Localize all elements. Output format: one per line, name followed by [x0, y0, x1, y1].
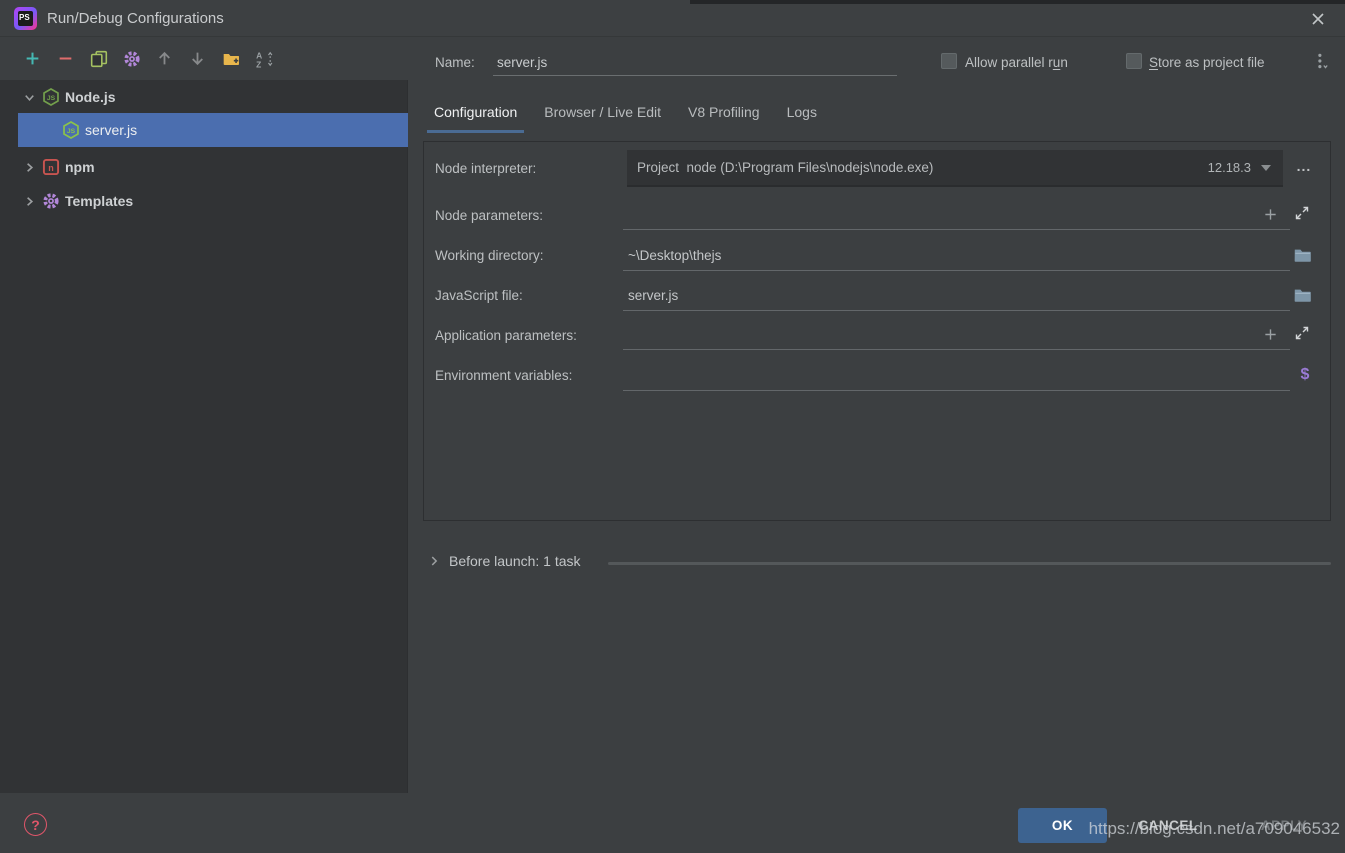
chevron-right-icon[interactable]: [22, 160, 38, 175]
application-parameters-add-button[interactable]: [1261, 325, 1279, 343]
folder-icon: [1293, 246, 1312, 265]
plus-icon: [1263, 207, 1278, 222]
phpstorm-app-icon-letters: PS: [18, 11, 33, 26]
tree-item-label: Templates: [65, 193, 133, 209]
phpstorm-app-icon: PS: [14, 7, 37, 30]
svg-text:JS: JS: [67, 128, 76, 135]
gear-icon: [123, 50, 141, 68]
chevron-right-icon: [427, 554, 441, 568]
node-interpreter-label: Node interpreter:: [435, 161, 536, 176]
edit-templates-button[interactable]: [115, 45, 148, 73]
working-directory-value[interactable]: ~\Desktop\thejs: [628, 248, 721, 263]
plus-icon: [1263, 327, 1278, 342]
node-interpreter-select[interactable]: Project node (D:\Program Files\nodejs\no…: [627, 150, 1283, 187]
javascript-file-browse-button[interactable]: [1292, 285, 1312, 305]
working-directory-field[interactable]: [623, 270, 1290, 271]
tree-item-label: npm: [65, 159, 95, 175]
environment-variables-field[interactable]: [623, 390, 1290, 391]
run-debug-configurations-dialog: PS Run/Debug Configurations: [0, 0, 1345, 853]
name-label: Name:: [435, 55, 475, 70]
node-version: 12.18.3: [1208, 160, 1251, 175]
chevron-down-icon: [1261, 165, 1271, 171]
more-options-button[interactable]: [1312, 52, 1332, 72]
gear-icon: [42, 192, 60, 210]
minus-icon: [57, 50, 74, 67]
interpreter-browse-button[interactable]: ...: [1290, 158, 1318, 178]
dollar-icon: $: [1301, 366, 1310, 384]
new-folder-icon: [222, 50, 240, 68]
node-interpreter-value: Project node (D:\Program Files\nodejs\no…: [637, 160, 1208, 175]
environment-variables-insert-button[interactable]: $: [1296, 365, 1314, 385]
store-project-label[interactable]: Store as project file: [1149, 55, 1265, 70]
move-down-button[interactable]: [181, 45, 214, 73]
expand-icon: [1294, 205, 1310, 221]
close-icon: [1310, 11, 1326, 27]
expand-icon: [1294, 325, 1310, 341]
tree-item-nodejs[interactable]: JS Node.js: [0, 82, 408, 112]
plus-icon: [24, 50, 41, 67]
help-icon: ?: [31, 817, 40, 833]
npm-icon: n: [42, 158, 60, 176]
add-configuration-button[interactable]: [16, 45, 49, 73]
name-input[interactable]: [493, 50, 897, 76]
cancel-button[interactable]: CANCEL: [1130, 808, 1206, 843]
move-up-button[interactable]: [148, 45, 181, 73]
node-parameters-add-button[interactable]: [1261, 205, 1279, 223]
application-parameters-expand-button[interactable]: [1293, 324, 1311, 342]
node-parameters-expand-button[interactable]: [1293, 204, 1311, 222]
application-parameters-label: Application parameters:: [435, 328, 577, 343]
arrow-up-icon: [156, 50, 173, 67]
svg-text:Z: Z: [256, 59, 261, 68]
tab-v8-profiling[interactable]: V8 Profiling: [681, 100, 767, 133]
sort-alphabetically-button[interactable]: A Z: [247, 45, 280, 73]
tab-logs[interactable]: Logs: [780, 100, 824, 133]
ok-button[interactable]: OK: [1018, 808, 1107, 843]
before-launch-toggle[interactable]: Before launch: 1 task: [427, 553, 581, 569]
tree-item-label: Node.js: [65, 89, 116, 105]
tree-item-npm[interactable]: n npm: [0, 152, 408, 182]
javascript-file-label: JavaScript file:: [435, 288, 523, 303]
svg-text:JS: JS: [47, 95, 56, 102]
configurations-tree: JS Node.js JS server.js n: [0, 80, 408, 793]
nodejs-icon: JS: [62, 121, 80, 139]
node-parameters-field[interactable]: [623, 229, 1290, 230]
window-title: Run/Debug Configurations: [47, 10, 224, 27]
apply-button[interactable]: APPLY: [1252, 808, 1316, 843]
store-project-checkbox[interactable]: [1126, 53, 1142, 69]
kebab-menu-icon: [1312, 52, 1330, 70]
working-directory-label: Working directory:: [435, 248, 544, 263]
copy-icon: [90, 50, 108, 68]
tab-configuration[interactable]: Configuration: [427, 100, 524, 133]
javascript-file-field[interactable]: [623, 310, 1290, 311]
chevron-right-icon[interactable]: [22, 194, 38, 209]
before-launch-label: Before launch: 1 task: [449, 553, 581, 569]
application-parameters-field[interactable]: [623, 349, 1290, 350]
help-button[interactable]: ?: [24, 813, 47, 836]
tree-item-serverjs[interactable]: JS server.js: [18, 113, 408, 147]
folder-icon: [1293, 286, 1312, 305]
new-folder-button[interactable]: [214, 45, 247, 73]
node-parameters-label: Node parameters:: [435, 208, 543, 223]
environment-variables-label: Environment variables:: [435, 368, 572, 383]
allow-parallel-checkbox[interactable]: [941, 53, 957, 69]
svg-text:n: n: [48, 163, 54, 173]
copy-configuration-button[interactable]: [82, 45, 115, 73]
tree-item-templates[interactable]: Templates: [0, 186, 408, 216]
javascript-file-value[interactable]: server.js: [628, 288, 678, 303]
before-launch-separator: [608, 562, 1331, 565]
tree-item-label: server.js: [85, 122, 137, 138]
screenshot-edge-strip: [690, 0, 1345, 4]
chevron-down-icon[interactable]: [22, 90, 38, 105]
configurations-toolbar: A Z: [0, 37, 408, 80]
tab-browser-live-edit[interactable]: Browser / Live Edit: [537, 100, 668, 133]
remove-configuration-button[interactable]: [49, 45, 82, 73]
arrow-down-icon: [189, 50, 206, 67]
sort-az-icon: A Z: [255, 50, 273, 68]
nodejs-icon: JS: [42, 88, 60, 106]
close-button[interactable]: [1304, 6, 1332, 32]
working-directory-browse-button[interactable]: [1292, 245, 1312, 265]
allow-parallel-label[interactable]: Allow parallel run: [965, 55, 1068, 70]
configuration-tabs: Configuration Browser / Live Edit V8 Pro…: [427, 100, 837, 133]
